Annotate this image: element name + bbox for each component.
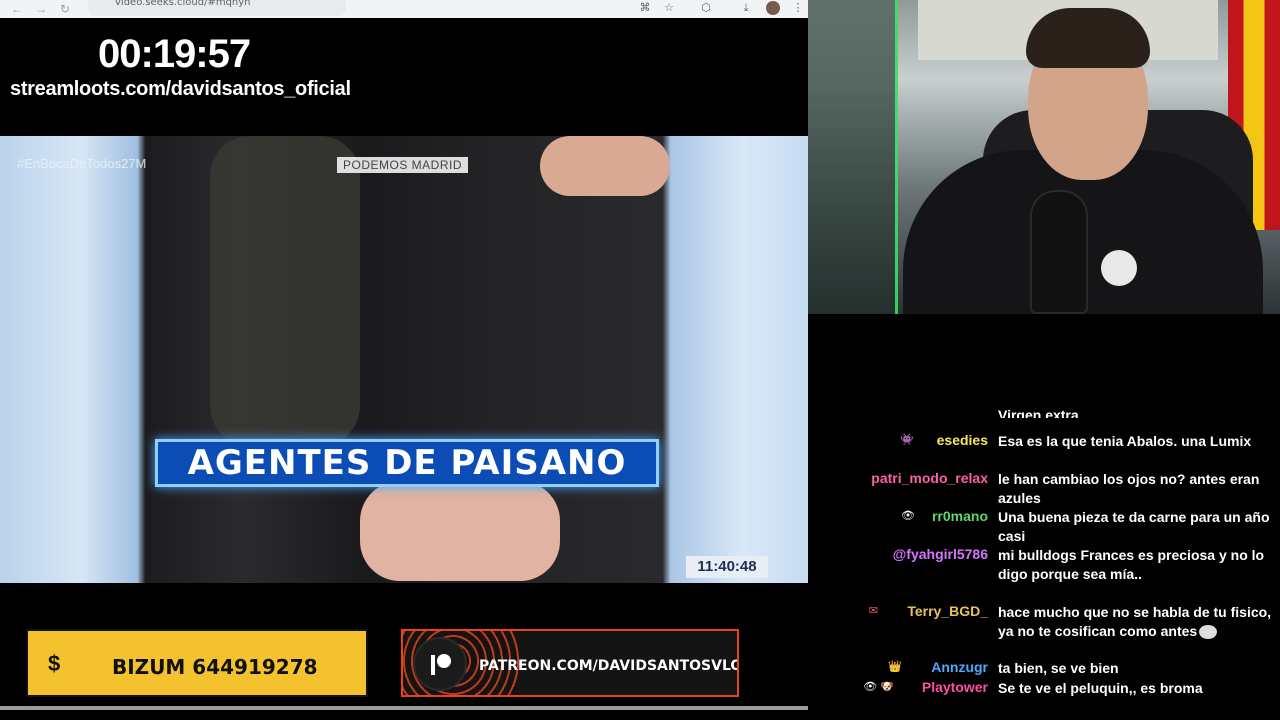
webcam-feed [808,0,1280,314]
microphone-icon [1030,190,1088,314]
chat-username[interactable]: Terry_BGD_ [907,603,988,619]
chat-panel: Virgen extra 👾 esedies Esa es la que ten… [808,314,1280,720]
patreon-label: PATREON.COM/DAVIDSANTOSVLOG [479,658,739,674]
clip-headline: AGENTES DE PAISANO [155,439,659,487]
clip-hand-bottom [360,481,560,581]
video-clip[interactable]: #EnBocaDeTodos27M PODEMOS MADRID AGENTES… [0,136,808,583]
streamloots-url: streamloots.com/davidsantos_oficial [10,78,351,100]
clip-hand-top [540,136,670,196]
translate-icon[interactable]: ⌘ [638,1,652,15]
chat-badge-icon: 👁 [901,510,915,522]
chat-username[interactable]: patri_modo_relax [871,470,988,486]
chat-text: hace mucho que no se habla de tu fisico,… [998,603,1278,641]
clip-channel-tag: PODEMOS MADRID [337,157,469,173]
chat-badge-icon: 👾 [900,434,914,446]
bizum-banner: $ BIZUM 644919278 [26,629,368,697]
star-icon[interactable]: ☆ [662,1,676,15]
chat-username[interactable]: rr0mano [932,508,988,524]
bizum-label: BIZUM 644919278 [112,655,318,679]
clip-clock: 11:40:48 [686,556,768,578]
reload-icon[interactable]: ↻ [58,2,72,16]
emote-icon [1199,625,1218,640]
address-bar-url[interactable]: video.seeks.cloud/#mqnyh [115,0,251,8]
chat-text: ta bien, se ve bien [998,660,1119,676]
chat-text: Una buena pieza te da carne para un año … [998,509,1270,544]
chat-username[interactable]: Playtower [922,679,988,695]
arrow-right-icon[interactable]: → [34,2,48,16]
patreon-banner: PATREON.COM/DAVIDSANTOSVLOG [401,629,739,697]
webcam-shelf [808,0,898,314]
clip-hashtag: #EnBocaDeTodos27M [17,156,147,171]
chat-username[interactable]: @fyahgirl5786 [893,546,988,562]
dollar-icon: $ [48,651,61,676]
chat-text: le han cambiao los ojos no? antes eran a… [998,471,1260,506]
chat-badge-icon: 👁 🐶 [863,681,894,693]
chat-text: Se te ve el peluquin,, es broma [998,679,1278,698]
menu-icon[interactable]: ⋮ [791,1,805,15]
chat-badge-icon: 👑 [888,661,902,673]
clip-headline-text: AGENTES DE PAISANO [187,443,627,483]
chat-text: mi bulldogs Frances es preciosa y no lo … [998,547,1265,582]
webcam-streamer-hair [1026,8,1150,68]
extensions-icon[interactable]: ⬡ [699,1,713,15]
stream-timer: 00:19:57 [98,32,251,76]
chat-username[interactable]: esedies [937,432,988,448]
chat-cut-line: Virgen extra [998,410,1079,418]
patreon-icon [413,637,467,691]
chat-text: Esa es la que tenia Abalos. una Lumix [998,433,1252,449]
horizontal-scrollbar[interactable] [0,706,808,710]
download-icon[interactable]: ⤓ [739,1,753,15]
chat-text-content: Se te ve el peluquin,, es broma [998,680,1203,696]
hoodie-logo [1101,250,1137,286]
chat-username[interactable]: Annzugr [931,659,988,675]
profile-avatar[interactable] [766,1,780,15]
clip-figure [210,136,360,446]
chat-text-content: hace mucho que no se habla de tu fisico,… [998,604,1272,639]
chat-badge-icon: ✉ [868,605,878,617]
arrow-left-icon[interactable]: ← [10,2,24,16]
